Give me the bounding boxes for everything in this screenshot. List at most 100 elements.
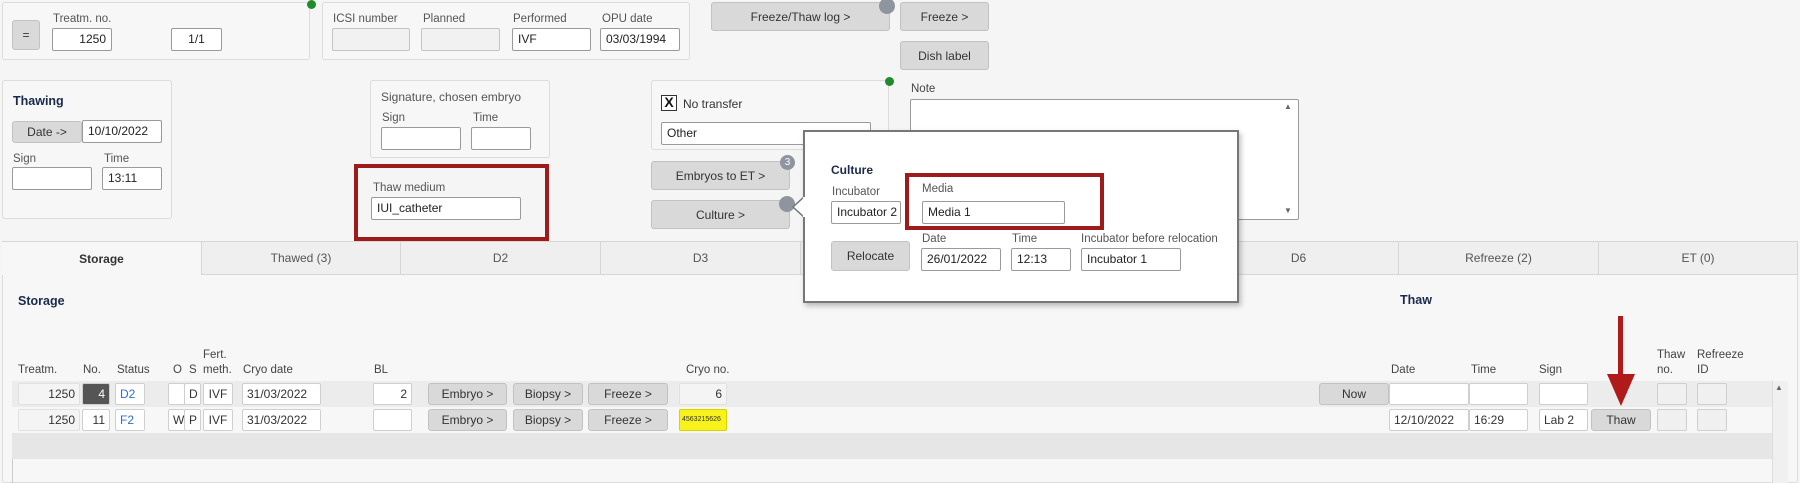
popup-date-label: Date: [922, 233, 947, 245]
table-scroll-up-icon[interactable]: ▲: [1775, 383, 1783, 392]
freeze-thaw-log-button[interactable]: Freeze/Thaw log >: [711, 2, 890, 31]
popup-pointer-icon: [791, 196, 805, 218]
popup-incubator-field[interactable]: Incubator 2: [831, 201, 901, 224]
row2-no: 11: [82, 409, 110, 431]
row2-date[interactable]: 12/10/2022: [1389, 409, 1469, 431]
table-row-3-bg: [12, 433, 1772, 459]
col-s: S: [189, 364, 197, 376]
col-o: O: [173, 364, 182, 376]
tab-storage[interactable]: Storage: [2, 241, 202, 275]
thaw-sign-field[interactable]: [12, 167, 92, 190]
equals-button[interactable]: =: [12, 20, 40, 50]
popup-date-field[interactable]: 26/01/2022: [921, 248, 1001, 271]
row1-o: [168, 383, 185, 405]
arrow-down-icon: [1607, 316, 1635, 406]
tab-d3[interactable]: D3: [601, 241, 801, 275]
col-treatm: Treatm.: [18, 364, 58, 376]
row1-sign[interactable]: [1539, 383, 1588, 405]
row2-biopsy-button[interactable]: Biopsy >: [513, 409, 583, 431]
signature-title: Signature, chosen embryo: [381, 90, 522, 104]
col-sign: Sign: [1539, 364, 1563, 376]
col-no: No.: [83, 364, 101, 376]
tab-refreeze[interactable]: Refreeze (2): [1399, 241, 1599, 275]
row1-treatm: 1250: [18, 383, 80, 405]
transfer-status-icon: [885, 77, 894, 86]
planned-field[interactable]: [421, 28, 500, 51]
thaw-date-field[interactable]: 10/10/2022: [82, 120, 162, 143]
popup-time-field[interactable]: 12:13: [1011, 248, 1071, 271]
storage-title: Storage: [18, 294, 65, 308]
col-fert: Fert.: [203, 349, 227, 361]
row2-status[interactable]: F2: [115, 409, 145, 431]
row2-treatm: 1250: [18, 409, 80, 431]
row1-meth: IVF: [203, 383, 233, 405]
row1-now-button[interactable]: Now: [1319, 383, 1389, 405]
date-now-button[interactable]: Date ->: [12, 121, 82, 143]
thaw-time-field[interactable]: 13:11: [102, 167, 162, 190]
signature-time-field[interactable]: [471, 127, 531, 150]
tab-d2[interactable]: D2: [401, 241, 601, 275]
row1-time[interactable]: [1469, 383, 1528, 405]
thaw-medium-highlight: [354, 164, 549, 241]
row1-date[interactable]: [1389, 383, 1469, 405]
row1-thaw-no: [1657, 383, 1687, 405]
thaw-time-label: Time: [104, 153, 130, 165]
col-refreeze-id: ID: [1697, 364, 1709, 376]
opu-date-field[interactable]: 03/03/1994: [600, 28, 680, 51]
row2-time[interactable]: 16:29: [1469, 409, 1528, 431]
col-thaw-no: no.: [1657, 364, 1673, 376]
row1-cryo-date: 31/03/2022: [242, 383, 321, 405]
row2-thaw-button[interactable]: Thaw: [1591, 409, 1651, 431]
row2-meth: IVF: [203, 409, 233, 431]
row2-bl: [373, 409, 412, 431]
no-transfer-checkbox[interactable]: X: [661, 95, 677, 111]
row1-cryo-no: 6: [679, 383, 727, 405]
col-status: Status: [117, 364, 150, 376]
tab-et[interactable]: ET (0): [1599, 241, 1798, 275]
row1-freeze-button[interactable]: Freeze >: [588, 383, 668, 405]
row1-biopsy-button[interactable]: Biopsy >: [513, 383, 583, 405]
note-scroll-up-icon[interactable]: ▲: [1284, 102, 1292, 111]
row1-s: D: [184, 383, 201, 405]
culture-button[interactable]: Culture >: [651, 200, 790, 229]
embryos-to-et-button[interactable]: Embryos to ET >: [651, 161, 790, 190]
row2-sign[interactable]: Lab 2: [1539, 409, 1588, 431]
treatment-no-field[interactable]: 1250: [52, 28, 112, 51]
dish-label-button[interactable]: Dish label: [900, 41, 989, 70]
row2-cryo-no: 4563215626: [679, 409, 727, 431]
table-scrollbar[interactable]: [1772, 381, 1788, 483]
icsi-label: ICSI number: [333, 13, 398, 25]
no-transfer-label: No transfer: [683, 97, 743, 111]
row2-embryo-button[interactable]: Embryo >: [428, 409, 507, 431]
thaw-section-title: Thaw: [1400, 293, 1432, 307]
row1-status[interactable]: D2: [115, 383, 145, 405]
note-scroll-down-icon[interactable]: ▼: [1284, 206, 1292, 215]
popup-title: Culture: [831, 163, 873, 177]
icsi-field[interactable]: [332, 28, 410, 51]
tab-thawed[interactable]: Thawed (3): [202, 241, 401, 275]
col-meth: meth.: [203, 364, 232, 376]
info-dot-icon: [879, 0, 895, 14]
signature-time-label: Time: [473, 112, 499, 124]
row1-bl: 2: [373, 383, 412, 405]
row2-refreeze-id: [1697, 409, 1727, 431]
signature-sign-field[interactable]: [381, 127, 461, 150]
performed-label: Performed: [513, 13, 567, 25]
col-time: Time: [1471, 364, 1497, 376]
popup-time-label: Time: [1012, 233, 1038, 245]
freeze-button[interactable]: Freeze >: [900, 2, 989, 31]
treatment-panel: [2, 2, 310, 60]
treatment-no-label: Treatm. no.: [53, 13, 112, 25]
performed-field[interactable]: IVF: [512, 28, 591, 51]
row2-thaw-no: [1657, 409, 1687, 431]
popup-before-field[interactable]: Incubator 1: [1081, 248, 1181, 271]
table-left-edge: [12, 459, 13, 483]
popup-before-label: Incubator before relocation: [1081, 233, 1218, 245]
relocate-button[interactable]: Relocate: [831, 241, 910, 271]
row1-no: 4: [82, 383, 110, 405]
row2-s: P: [184, 409, 201, 431]
note-label: Note: [911, 83, 936, 95]
row1-embryo-button[interactable]: Embryo >: [428, 383, 507, 405]
row2-freeze-button[interactable]: Freeze >: [588, 409, 668, 431]
col-thaw: Thaw: [1657, 349, 1686, 361]
